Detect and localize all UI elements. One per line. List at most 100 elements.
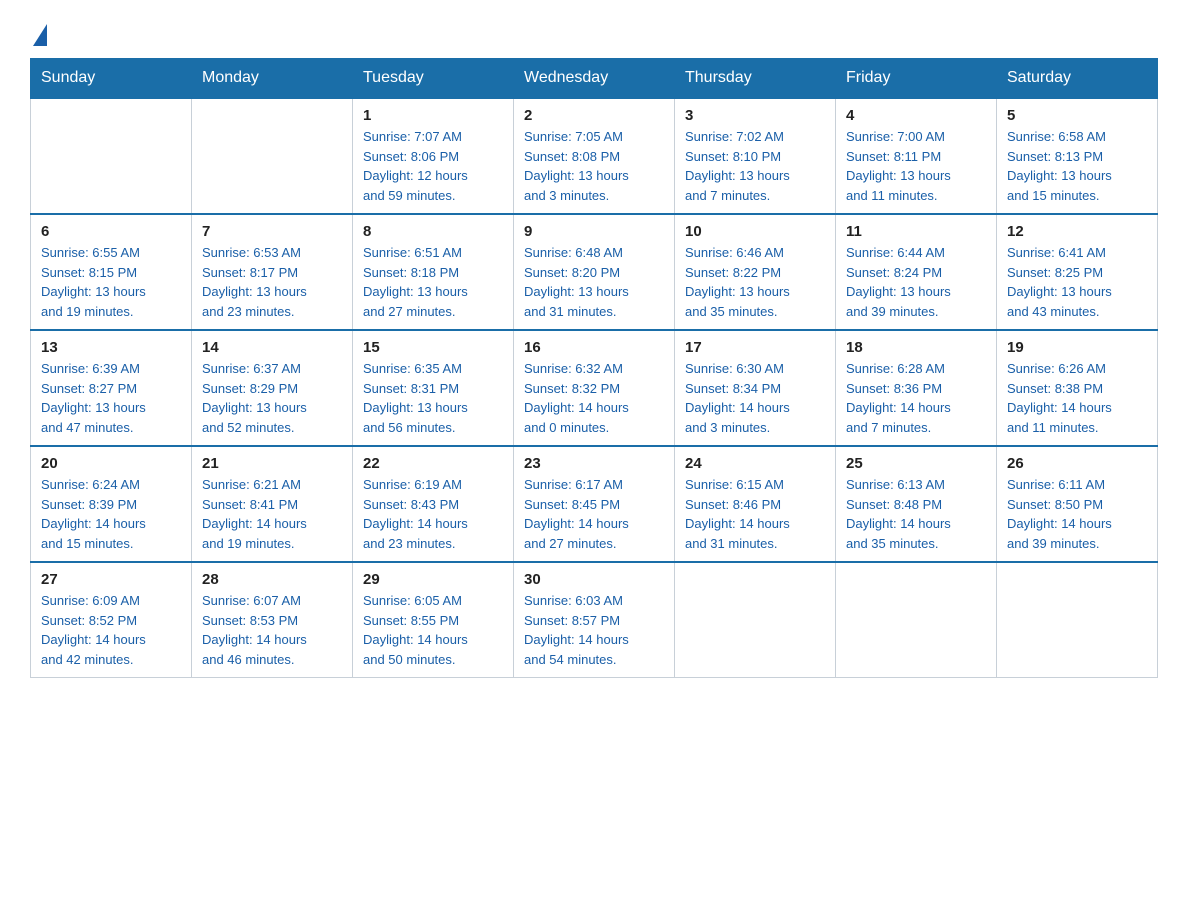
day-info: Sunrise: 6:46 AM Sunset: 8:22 PM Dayligh… xyxy=(685,243,825,321)
day-number: 3 xyxy=(685,107,825,124)
day-number: 10 xyxy=(685,223,825,240)
calendar-day-cell xyxy=(192,98,353,214)
calendar-day-cell xyxy=(31,98,192,214)
calendar-day-cell: 19 Sunrise: 6:26 AM Sunset: 8:38 PM Dayli… xyxy=(997,330,1158,446)
day-number: 25 xyxy=(846,455,986,472)
day-number: 5 xyxy=(1007,107,1147,124)
day-of-week-header: Thursday xyxy=(675,59,836,99)
day-info: Sunrise: 7:07 AM Sunset: 8:06 PM Dayligh… xyxy=(363,127,503,205)
calendar-day-cell: 4Sunrise: 7:00 AM Sunset: 8:11 PM Daylig… xyxy=(836,98,997,214)
day-info: Sunrise: 6:11 AM Sunset: 8:50 PM Dayligh… xyxy=(1007,475,1147,553)
day-of-week-header: Wednesday xyxy=(514,59,675,99)
day-number: 19 xyxy=(1007,339,1147,356)
day-info: Sunrise: 7:00 AM Sunset: 8:11 PM Dayligh… xyxy=(846,127,986,205)
day-info: Sunrise: 6:35 AM Sunset: 8:31 PM Dayligh… xyxy=(363,359,503,437)
calendar-day-cell: 23 Sunrise: 6:17 AM Sunset: 8:45 PM Dayli… xyxy=(514,446,675,562)
day-number: 17 xyxy=(685,339,825,356)
calendar-day-cell: 6 Sunrise: 6:55 AM Sunset: 8:15 PM Daylig… xyxy=(31,214,192,330)
day-info: Sunrise: 6:58 AM Sunset: 8:13 PM Dayligh… xyxy=(1007,127,1147,205)
day-number: 27 xyxy=(41,571,181,588)
day-info: Sunrise: 6:51 AM Sunset: 8:18 PM Dayligh… xyxy=(363,243,503,321)
day-number: 14 xyxy=(202,339,342,356)
day-info: Sunrise: 6:05 AM Sunset: 8:55 PM Dayligh… xyxy=(363,591,503,669)
day-number: 1 xyxy=(363,107,503,124)
day-number: 8 xyxy=(363,223,503,240)
day-of-week-header: Tuesday xyxy=(353,59,514,99)
day-number: 6 xyxy=(41,223,181,240)
day-number: 18 xyxy=(846,339,986,356)
day-info: Sunrise: 6:13 AM Sunset: 8:48 PM Dayligh… xyxy=(846,475,986,553)
calendar-day-cell xyxy=(997,562,1158,678)
day-info: Sunrise: 6:19 AM Sunset: 8:43 PM Dayligh… xyxy=(363,475,503,553)
calendar-day-cell: 29 Sunrise: 6:05 AM Sunset: 8:55 PM Dayli… xyxy=(353,562,514,678)
day-info: Sunrise: 6:32 AM Sunset: 8:32 PM Dayligh… xyxy=(524,359,664,437)
page-header xyxy=(30,20,1158,40)
day-number: 29 xyxy=(363,571,503,588)
calendar-day-cell: 5 Sunrise: 6:58 AM Sunset: 8:13 PM Daylig… xyxy=(997,98,1158,214)
calendar-day-cell: 2 Sunrise: 7:05 AM Sunset: 8:08 PM Daylig… xyxy=(514,98,675,214)
calendar-day-cell: 21 Sunrise: 6:21 AM Sunset: 8:41 PM Dayli… xyxy=(192,446,353,562)
day-info: Sunrise: 6:37 AM Sunset: 8:29 PM Dayligh… xyxy=(202,359,342,437)
day-number: 20 xyxy=(41,455,181,472)
calendar-day-cell: 12 Sunrise: 6:41 AM Sunset: 8:25 PM Dayli… xyxy=(997,214,1158,330)
calendar-week-row: 20 Sunrise: 6:24 AM Sunset: 8:39 PM Dayli… xyxy=(31,446,1158,562)
day-number: 21 xyxy=(202,455,342,472)
day-of-week-header: Sunday xyxy=(31,59,192,99)
day-info: Sunrise: 6:30 AM Sunset: 8:34 PM Dayligh… xyxy=(685,359,825,437)
calendar-day-cell: 11 Sunrise: 6:44 AM Sunset: 8:24 PM Dayli… xyxy=(836,214,997,330)
day-info: Sunrise: 6:44 AM Sunset: 8:24 PM Dayligh… xyxy=(846,243,986,321)
day-info: Sunrise: 7:02 AM Sunset: 8:10 PM Dayligh… xyxy=(685,127,825,205)
calendar-day-cell xyxy=(836,562,997,678)
calendar-week-row: 13 Sunrise: 6:39 AM Sunset: 8:27 PM Dayli… xyxy=(31,330,1158,446)
calendar-day-cell: 22Sunrise: 6:19 AM Sunset: 8:43 PM Dayli… xyxy=(353,446,514,562)
day-number: 23 xyxy=(524,455,664,472)
day-of-week-header: Monday xyxy=(192,59,353,99)
day-number: 16 xyxy=(524,339,664,356)
calendar-day-cell: 30 Sunrise: 6:03 AM Sunset: 8:57 PM Dayli… xyxy=(514,562,675,678)
day-number: 9 xyxy=(524,223,664,240)
calendar-day-cell: 10 Sunrise: 6:46 AM Sunset: 8:22 PM Dayli… xyxy=(675,214,836,330)
calendar-day-cell: 27 Sunrise: 6:09 AM Sunset: 8:52 PM Dayli… xyxy=(31,562,192,678)
calendar-day-cell: 24 Sunrise: 6:15 AM Sunset: 8:46 PM Dayli… xyxy=(675,446,836,562)
calendar-week-row: 27 Sunrise: 6:09 AM Sunset: 8:52 PM Dayli… xyxy=(31,562,1158,678)
calendar-day-cell: 28Sunrise: 6:07 AM Sunset: 8:53 PM Dayli… xyxy=(192,562,353,678)
calendar-day-cell: 15 Sunrise: 6:35 AM Sunset: 8:31 PM Dayli… xyxy=(353,330,514,446)
day-info: Sunrise: 6:24 AM Sunset: 8:39 PM Dayligh… xyxy=(41,475,181,553)
calendar-day-cell: 9 Sunrise: 6:48 AM Sunset: 8:20 PM Daylig… xyxy=(514,214,675,330)
calendar-day-cell: 18 Sunrise: 6:28 AM Sunset: 8:36 PM Dayli… xyxy=(836,330,997,446)
day-info: Sunrise: 7:05 AM Sunset: 8:08 PM Dayligh… xyxy=(524,127,664,205)
day-number: 12 xyxy=(1007,223,1147,240)
day-info: Sunrise: 6:26 AM Sunset: 8:38 PM Dayligh… xyxy=(1007,359,1147,437)
day-info: Sunrise: 6:55 AM Sunset: 8:15 PM Dayligh… xyxy=(41,243,181,321)
calendar-day-cell: 1 Sunrise: 7:07 AM Sunset: 8:06 PM Daylig… xyxy=(353,98,514,214)
calendar-day-cell: 26Sunrise: 6:11 AM Sunset: 8:50 PM Dayli… xyxy=(997,446,1158,562)
calendar-header-row: SundayMondayTuesdayWednesdayThursdayFrid… xyxy=(31,59,1158,99)
day-number: 15 xyxy=(363,339,503,356)
day-info: Sunrise: 6:28 AM Sunset: 8:36 PM Dayligh… xyxy=(846,359,986,437)
day-number: 24 xyxy=(685,455,825,472)
day-info: Sunrise: 6:15 AM Sunset: 8:46 PM Dayligh… xyxy=(685,475,825,553)
day-info: Sunrise: 6:53 AM Sunset: 8:17 PM Dayligh… xyxy=(202,243,342,321)
logo-triangle-icon xyxy=(33,24,47,46)
day-info: Sunrise: 6:09 AM Sunset: 8:52 PM Dayligh… xyxy=(41,591,181,669)
calendar-day-cell xyxy=(675,562,836,678)
day-number: 2 xyxy=(524,107,664,124)
calendar-day-cell: 3 Sunrise: 7:02 AM Sunset: 8:10 PM Daylig… xyxy=(675,98,836,214)
day-info: Sunrise: 6:17 AM Sunset: 8:45 PM Dayligh… xyxy=(524,475,664,553)
day-number: 11 xyxy=(846,223,986,240)
calendar-day-cell: 17 Sunrise: 6:30 AM Sunset: 8:34 PM Dayli… xyxy=(675,330,836,446)
calendar-week-row: 6 Sunrise: 6:55 AM Sunset: 8:15 PM Daylig… xyxy=(31,214,1158,330)
day-info: Sunrise: 6:39 AM Sunset: 8:27 PM Dayligh… xyxy=(41,359,181,437)
day-of-week-header: Saturday xyxy=(997,59,1158,99)
calendar-day-cell: 8 Sunrise: 6:51 AM Sunset: 8:18 PM Daylig… xyxy=(353,214,514,330)
day-info: Sunrise: 6:21 AM Sunset: 8:41 PM Dayligh… xyxy=(202,475,342,553)
calendar-day-cell: 20 Sunrise: 6:24 AM Sunset: 8:39 PM Dayli… xyxy=(31,446,192,562)
calendar-day-cell: 14 Sunrise: 6:37 AM Sunset: 8:29 PM Dayli… xyxy=(192,330,353,446)
day-number: 30 xyxy=(524,571,664,588)
logo xyxy=(30,20,47,40)
day-info: Sunrise: 6:41 AM Sunset: 8:25 PM Dayligh… xyxy=(1007,243,1147,321)
day-info: Sunrise: 6:03 AM Sunset: 8:57 PM Dayligh… xyxy=(524,591,664,669)
day-info: Sunrise: 6:48 AM Sunset: 8:20 PM Dayligh… xyxy=(524,243,664,321)
day-number: 7 xyxy=(202,223,342,240)
day-number: 13 xyxy=(41,339,181,356)
